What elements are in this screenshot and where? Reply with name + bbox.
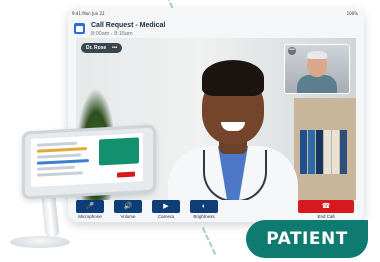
book [308,130,315,174]
kiosk-row [37,171,83,177]
microphone-control[interactable]: 🎤 Microphone [76,200,104,219]
participant-name-chip[interactable]: Dr. Rose ••• [81,43,123,53]
book [316,130,323,174]
call-title: Call Request - Medical [91,22,166,29]
microphone-icon[interactable]: 🎤 [76,200,104,213]
decorative-dash-bottom [201,226,217,256]
kiosk-stand-base [10,236,70,248]
camera-label: Camera [157,214,174,219]
volume-control[interactable]: 🔊 Volume [114,200,142,219]
participant-name: Dr. Rose [86,45,107,51]
camera-control[interactable]: ▶ Camera [152,200,180,219]
pip-more-options-icon[interactable]: ••• [288,47,296,55]
book [340,130,347,174]
call-controls: 🎤 Microphone 🔊 Volume ▶ Camera ◐ Brightn… [76,200,356,222]
kiosk-red-button [117,171,135,178]
bookshelf [294,98,356,200]
volume-icon[interactable]: 🔊 [114,200,142,213]
more-options-icon[interactable]: ••• [112,43,117,53]
kiosk-row [37,165,75,171]
kiosk-row [37,153,81,159]
status-time: 9:41 Mon Jun 22 [72,11,105,16]
microphone-label: Microphone [78,214,102,219]
book [300,130,307,174]
stethoscope [203,150,267,200]
kiosk-row [37,141,77,147]
book [332,130,339,174]
end-call-control[interactable]: ☎ End Call [298,200,354,219]
kiosk-tablet [22,124,156,200]
status-bar: 9:41 Mon Jun 22 100% [72,11,358,18]
doctor-hair [202,60,264,96]
kiosk-screen [31,133,143,188]
status-battery: 100% [346,11,358,16]
volume-label: Volume [120,214,136,219]
kiosk-panel [99,137,139,166]
calendar-icon [74,23,85,34]
camera-icon[interactable]: ▶ [152,200,180,213]
patient-hair [307,51,327,59]
brightness-label: Brightness [193,214,215,219]
kiosk-row [37,159,89,165]
call-time: 8:00am - 8:15am [91,31,133,37]
book [324,130,331,174]
brightness-icon[interactable]: ◐ [190,200,218,213]
end-call-label: End Call [317,214,335,219]
patient-shirt [297,75,337,93]
brightness-control[interactable]: ◐ Brightness [190,200,218,219]
phone-hangup-icon[interactable]: ☎ [298,200,354,213]
self-view-video[interactable]: ••• [284,44,350,94]
kiosk-row [37,147,87,153]
patient-badge: PATIENT [246,220,368,258]
